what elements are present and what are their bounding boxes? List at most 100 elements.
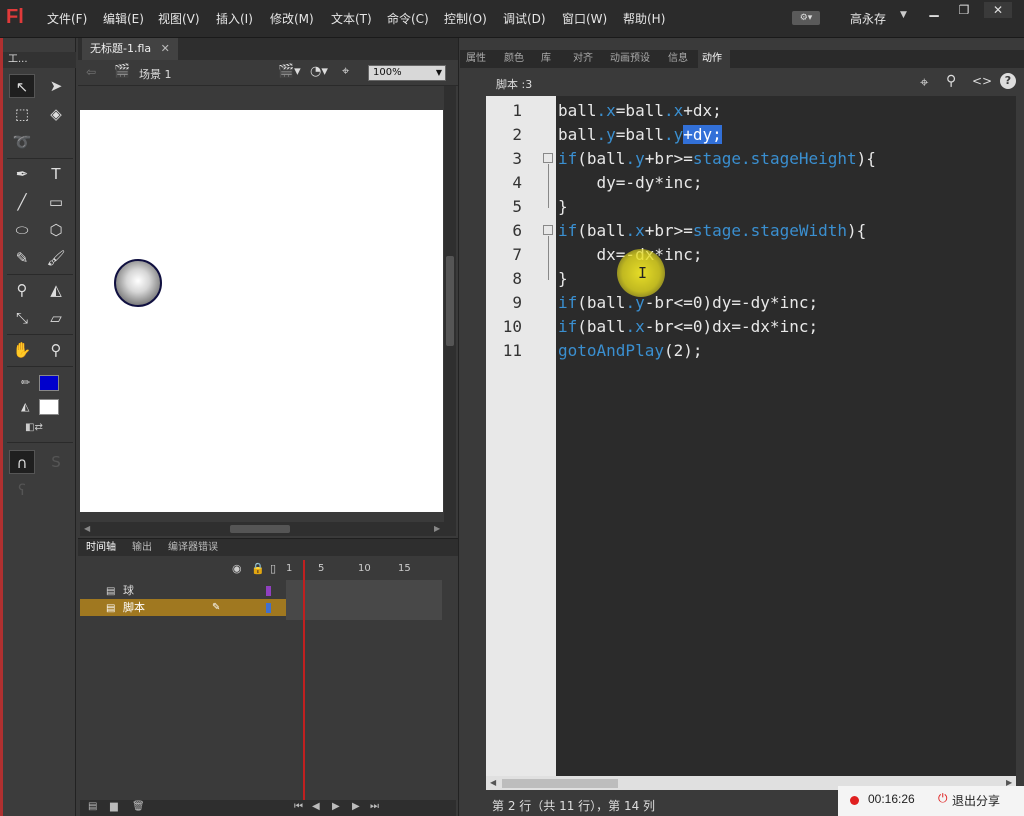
- document-tab[interactable]: 无标题-1.fla ✕: [82, 38, 178, 60]
- fill-color-swatch[interactable]: [39, 399, 59, 415]
- eraser-tool-icon[interactable]: ▱: [43, 306, 69, 330]
- scene-name[interactable]: 场景 1: [139, 66, 172, 82]
- code-line[interactable]: ball.y=ball.y+dy;: [558, 125, 722, 144]
- code-vertical-scrollbar[interactable]: [1016, 96, 1024, 776]
- help-icon[interactable]: ?: [1000, 73, 1016, 89]
- paint-bucket-tool-icon[interactable]: ◭: [43, 278, 69, 302]
- free-transform-tool-icon[interactable]: ⬚: [9, 102, 35, 126]
- tab-info[interactable]: 信息: [668, 50, 688, 68]
- pencil-tool-icon[interactable]: ✎: [9, 246, 35, 270]
- selection-tool-icon[interactable]: ↖: [9, 74, 35, 98]
- brush-tool-icon[interactable]: 🖌: [43, 246, 69, 270]
- fold-toggle-icon[interactable]: [543, 153, 553, 163]
- target-icon[interactable]: ⌖: [920, 73, 928, 91]
- menu-file[interactable]: 文件(F): [47, 10, 87, 27]
- user-dropdown-icon[interactable]: ▼: [900, 10, 907, 20]
- edit-symbols-icon[interactable]: ◔▾: [310, 64, 328, 79]
- timeline-frames[interactable]: [286, 580, 442, 620]
- user-name[interactable]: 高永存: [850, 10, 886, 27]
- code-line[interactable]: if(ball.x+br>=stage.stageWidth){: [558, 221, 866, 240]
- layer-row[interactable]: ▤ 球: [80, 582, 286, 599]
- tab-properties[interactable]: 属性: [466, 50, 486, 68]
- scroll-thumb[interactable]: [446, 256, 454, 346]
- tab-compiler-errors[interactable]: 编译器错误: [168, 539, 218, 557]
- menu-view[interactable]: 视图(V): [158, 10, 200, 27]
- code-line[interactable]: if(ball.y-br<=0)dy=-dy*inc;: [558, 293, 818, 312]
- search-icon[interactable]: ⚲: [946, 73, 956, 89]
- minimize-button[interactable]: ▁: [920, 2, 948, 18]
- tab-align[interactable]: 对齐: [573, 50, 593, 68]
- code-line[interactable]: }: [558, 269, 568, 288]
- delete-layer-icon[interactable]: 🗑: [132, 801, 145, 812]
- stage-canvas[interactable]: [80, 110, 443, 512]
- menu-modify[interactable]: 修改(M): [270, 10, 314, 27]
- text-tool-icon[interactable]: T: [43, 162, 69, 186]
- scroll-left-icon[interactable]: ◀: [490, 778, 496, 787]
- menu-debug[interactable]: 调试(D): [503, 10, 546, 27]
- maximize-button[interactable]: ❐: [950, 2, 978, 18]
- scroll-right-icon[interactable]: ▶: [434, 524, 440, 533]
- close-tab-icon[interactable]: ✕: [161, 42, 170, 55]
- lasso-tool-icon[interactable]: ➰: [9, 130, 35, 154]
- code-editor[interactable]: [556, 96, 1016, 776]
- ball-symbol[interactable]: [114, 259, 162, 307]
- tab-library[interactable]: 库: [541, 50, 551, 68]
- tab-motion-presets[interactable]: 动画预设: [610, 50, 650, 68]
- menu-edit[interactable]: 编辑(E): [103, 10, 144, 27]
- menu-window[interactable]: 窗口(W): [562, 10, 607, 27]
- scroll-left-icon[interactable]: ◀: [84, 524, 90, 533]
- new-layer-icon[interactable]: ▤: [88, 801, 97, 812]
- eyedropper-tool-icon[interactable]: ⤡: [9, 306, 35, 330]
- bone-tool-icon[interactable]: ⚲: [9, 278, 35, 302]
- code-line[interactable]: dy=-dy*inc;: [558, 173, 703, 192]
- new-folder-icon[interactable]: ▆: [110, 801, 118, 812]
- code-snippet-icon[interactable]: <>: [972, 74, 992, 88]
- line-tool-icon[interactable]: ╱: [9, 190, 35, 214]
- menu-text[interactable]: 文本(T): [331, 10, 372, 27]
- fold-toggle-icon[interactable]: [543, 225, 553, 235]
- lock-icon[interactable]: 🔒: [251, 562, 265, 575]
- menu-help[interactable]: 帮助(H): [623, 10, 665, 27]
- power-icon[interactable]: ⏻: [938, 791, 948, 806]
- stage-horizontal-scrollbar[interactable]: ◀ ▶: [80, 522, 456, 536]
- menu-commands[interactable]: 命令(C): [387, 10, 429, 27]
- subselection-tool-icon[interactable]: ➤: [43, 74, 69, 98]
- snap-to-objects-icon[interactable]: ∩: [9, 450, 35, 474]
- stage-vertical-scrollbar[interactable]: [444, 86, 456, 522]
- outline-icon[interactable]: ▯: [270, 562, 276, 575]
- step-back-icon[interactable]: ◀: [312, 801, 320, 812]
- polystar-tool-icon[interactable]: ⬡: [43, 218, 69, 242]
- 3d-rotation-tool-icon[interactable]: ◈: [43, 102, 69, 126]
- menu-insert[interactable]: 插入(I): [216, 10, 253, 27]
- code-line[interactable]: if(ball.y+br>=stage.stageHeight){: [558, 149, 876, 168]
- zoom-tool-icon[interactable]: ⚲: [43, 338, 69, 362]
- oval-tool-icon[interactable]: ⬭: [9, 218, 35, 242]
- pen-tool-icon[interactable]: ✒: [9, 162, 35, 186]
- scroll-thumb[interactable]: [502, 779, 618, 788]
- play-icon[interactable]: ▶: [332, 801, 340, 812]
- code-line[interactable]: }: [558, 197, 568, 216]
- hand-tool-icon[interactable]: ✋: [9, 338, 35, 362]
- playhead[interactable]: [303, 560, 305, 800]
- close-button[interactable]: ✕: [984, 2, 1012, 18]
- edit-scene-icon[interactable]: 🎬▾: [278, 64, 301, 79]
- eye-icon[interactable]: ◉: [232, 562, 242, 575]
- exit-share-button[interactable]: 退出分享: [952, 792, 1000, 809]
- code-line[interactable]: if(ball.x-br<=0)dx=-dx*inc;: [558, 317, 818, 336]
- smooth-icon[interactable]: S: [43, 450, 69, 474]
- step-forward-icon[interactable]: ▶: [352, 801, 360, 812]
- back-arrow-icon[interactable]: ⇦: [86, 65, 96, 79]
- code-line[interactable]: ball.x=ball.x+dx;: [558, 101, 722, 120]
- straighten-icon[interactable]: ʕ: [9, 478, 35, 502]
- go-last-frame-icon[interactable]: ⏭: [370, 801, 379, 812]
- layer-row[interactable]: ▤ 脚本 ✎: [80, 599, 286, 616]
- tab-timeline[interactable]: 时间轴: [86, 539, 116, 557]
- swap-colors-icon[interactable]: ◧⇄: [25, 422, 43, 433]
- tab-output[interactable]: 输出: [132, 539, 152, 557]
- menu-control[interactable]: 控制(O): [444, 10, 487, 27]
- code-line[interactable]: gotoAndPlay(2);: [558, 341, 703, 360]
- zoom-select[interactable]: 100% ▼: [368, 65, 446, 81]
- center-stage-icon[interactable]: ⌖: [342, 64, 349, 79]
- tab-color[interactable]: 颜色: [504, 50, 524, 68]
- workspace-switcher-icon[interactable]: ⚙▾: [792, 11, 820, 25]
